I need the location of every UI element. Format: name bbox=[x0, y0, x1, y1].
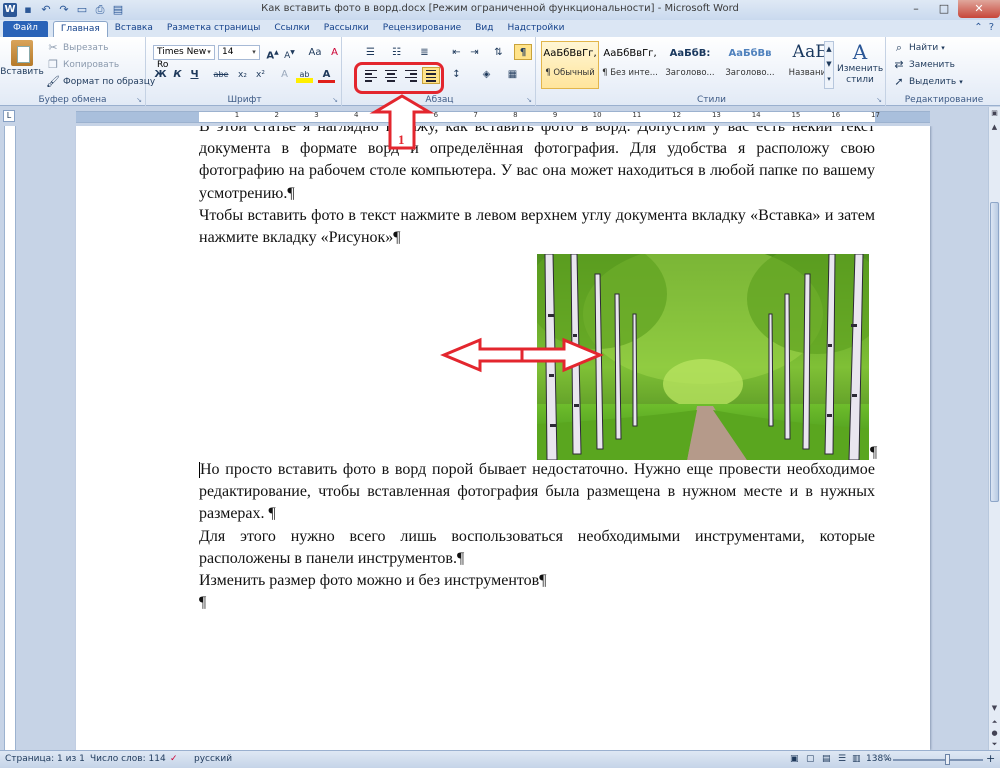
annotation-number: 1 bbox=[398, 132, 405, 147]
page-count[interactable]: Страница: 1 из 1 bbox=[5, 754, 85, 764]
scroll-thumb[interactable] bbox=[990, 202, 999, 502]
print-layout-view-icon[interactable]: ▣ bbox=[790, 754, 799, 764]
status-bar: Страница: 1 из 1 Число слов: 114 ✓ русск… bbox=[0, 750, 1000, 768]
zoom-slider-thumb[interactable] bbox=[945, 754, 950, 765]
next-page-icon[interactable]: ⏷ bbox=[989, 738, 1000, 750]
word-count[interactable]: Число слов: 114 bbox=[90, 754, 166, 764]
scroll-ruler-icon[interactable]: ▣ bbox=[989, 107, 1000, 119]
proofing-icon[interactable]: ✓ bbox=[170, 754, 178, 764]
scroll-down-icon[interactable]: ▼ bbox=[989, 702, 1000, 714]
zoom-slider[interactable] bbox=[893, 759, 983, 761]
full-screen-view-icon[interactable]: ▢ bbox=[806, 754, 815, 764]
arrow-right-icon bbox=[520, 337, 604, 373]
annotation-overlay bbox=[369, 94, 604, 373]
language-indicator[interactable]: русский bbox=[194, 754, 232, 764]
draft-view-icon[interactable]: ▥ bbox=[852, 754, 861, 764]
vertical-scrollbar[interactable]: ▣ ▲ ▼ ⏶ ● ⏷ bbox=[988, 107, 1000, 750]
zoom-in-button[interactable]: + bbox=[986, 752, 995, 765]
zoom-out-button[interactable]: – bbox=[884, 752, 890, 765]
arrow-left-icon bbox=[440, 337, 524, 373]
scroll-up-icon[interactable]: ▲ bbox=[989, 121, 1000, 133]
web-layout-view-icon[interactable]: ▤ bbox=[822, 754, 831, 764]
outline-view-icon[interactable]: ☰ bbox=[838, 754, 846, 764]
